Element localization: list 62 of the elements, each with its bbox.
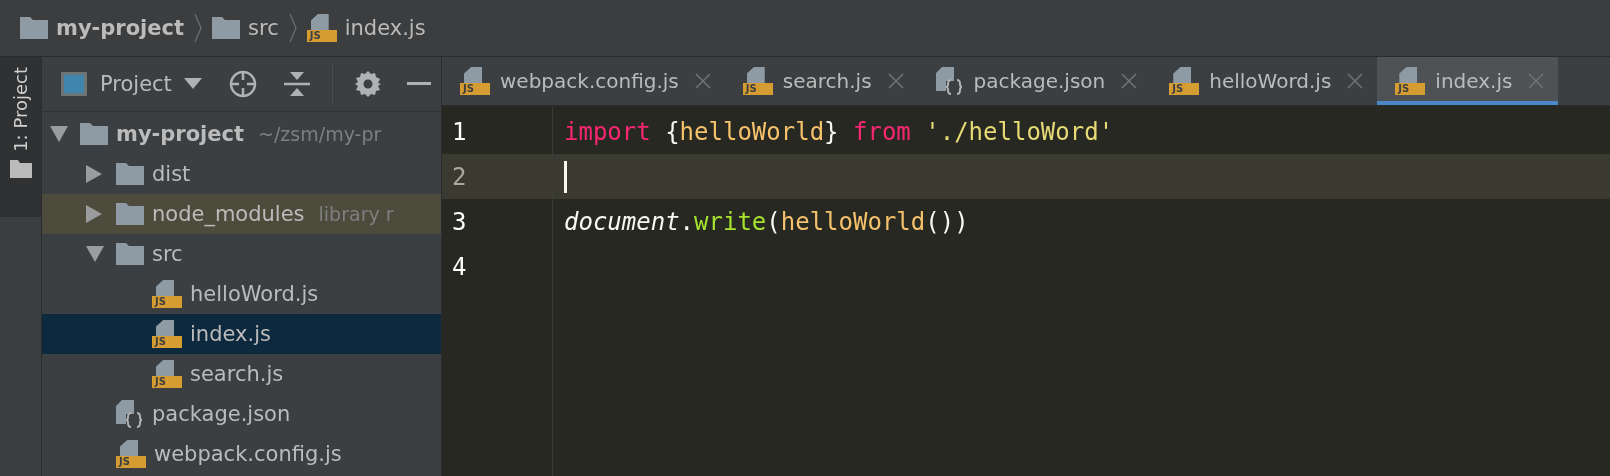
file-name: helloWord.js — [190, 282, 319, 306]
locate-icon[interactable] — [227, 69, 258, 99]
tree-row[interactable]: JS search.js — [42, 354, 441, 394]
tree-row[interactable]: JS helloWord.js — [42, 274, 441, 314]
editor-tab[interactable]: JS search.js — [724, 57, 918, 105]
folder-name: dist — [152, 162, 191, 186]
tree-row[interactable]: my-project ~/zsm/my-pr — [42, 114, 441, 154]
breadcrumb-item[interactable]: index.js — [344, 16, 426, 40]
chevron-icon — [288, 13, 297, 43]
editor-tab[interactable]: JS index.js — [1377, 57, 1559, 105]
close-icon[interactable] — [1121, 73, 1138, 89]
folder-icon — [116, 163, 144, 185]
line-number: 1 — [451, 117, 468, 146]
tree-row[interactable]: JS index.js — [42, 314, 441, 354]
tree-row[interactable]: JS webpack.config.js — [42, 434, 441, 474]
tree-row[interactable]: node_modules library r — [42, 194, 441, 234]
editor-tab[interactable]: package.json — [917, 57, 1152, 105]
close-icon[interactable] — [694, 73, 711, 89]
collapsed-arrow-icon[interactable] — [86, 205, 102, 223]
project-tool-button[interactable]: 1: Project — [0, 57, 41, 217]
close-icon[interactable] — [887, 73, 904, 89]
file-name: webpack.config.js — [154, 442, 342, 466]
chevron-icon — [194, 13, 203, 43]
minimize-icon[interactable] — [406, 82, 431, 86]
json-file-icon — [935, 67, 964, 95]
folder-icon — [116, 243, 144, 265]
path-hint: ~/zsm/my-pr — [258, 123, 382, 145]
window-icon — [60, 71, 88, 97]
file-name: package.json — [152, 402, 291, 426]
code-line: document.write(helloWorld()) — [564, 207, 969, 236]
tree-row[interactable]: src — [42, 234, 441, 274]
json-file-icon — [116, 400, 144, 428]
tree-row[interactable]: dist — [42, 154, 441, 194]
line-number: 2 — [451, 162, 468, 191]
editor-tab[interactable]: JS helloWord.js — [1151, 57, 1378, 105]
tree-row[interactable]: package.json — [42, 394, 441, 434]
file-name: search.js — [190, 362, 284, 386]
collapsed-arrow-icon[interactable] — [86, 165, 102, 183]
expanded-arrow-icon[interactable] — [50, 126, 68, 142]
folder-icon — [212, 17, 241, 39]
folder-name: node_modules — [152, 202, 305, 226]
caret-icon[interactable] — [183, 78, 202, 90]
close-icon[interactable] — [1347, 73, 1364, 89]
folder-icon — [116, 203, 144, 225]
text-cursor — [564, 160, 567, 193]
folder-icon — [80, 123, 108, 145]
folder-name: my-project — [116, 122, 245, 146]
folder-name: src — [152, 242, 183, 266]
path-hint: library r — [318, 203, 394, 225]
file-name: index.js — [190, 322, 271, 346]
folder-icon — [20, 17, 48, 39]
folder-icon — [9, 159, 32, 178]
line-number: 4 — [451, 252, 468, 281]
settings-icon[interactable] — [354, 71, 381, 97]
code-line: import {helloWorld} from './helloWord' — [564, 117, 1114, 146]
expanded-arrow-icon[interactable] — [86, 246, 104, 262]
breadcrumb-item[interactable]: src — [248, 16, 279, 40]
line-number: 3 — [451, 207, 468, 236]
view-selector[interactable]: Project — [100, 72, 172, 96]
breadcrumb-item[interactable]: my-project — [56, 16, 185, 40]
editor-tab[interactable]: JS webpack.config.js — [442, 57, 725, 105]
collapse-all-icon[interactable] — [283, 70, 310, 98]
